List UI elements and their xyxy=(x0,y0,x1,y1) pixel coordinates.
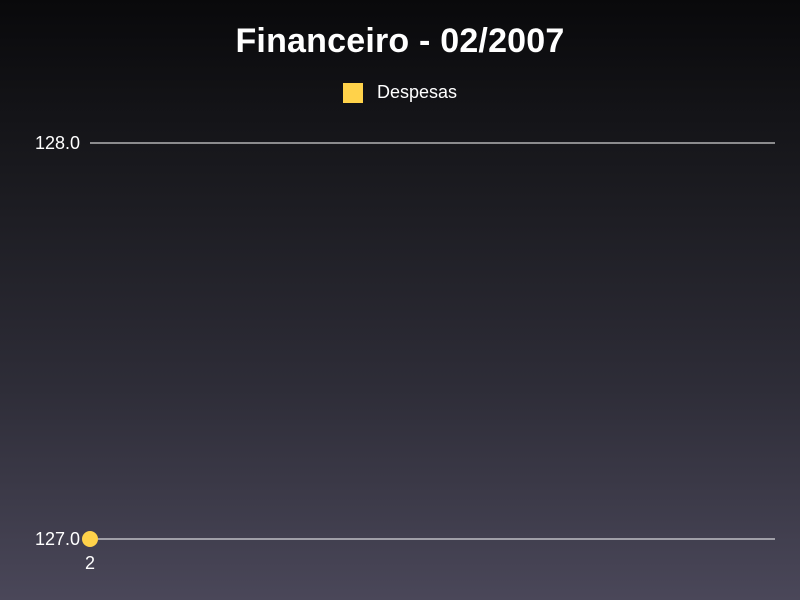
chart: Financeiro - 02/2007 Despesas 127.0 128.0… xyxy=(0,0,800,600)
x-tick-label: 2 xyxy=(85,553,95,573)
data-point xyxy=(82,531,98,547)
y-tick-label: 127.0 xyxy=(35,529,80,549)
plot-area: 127.0 128.0 2 xyxy=(35,133,775,573)
y-tick-label: 128.0 xyxy=(35,133,80,153)
